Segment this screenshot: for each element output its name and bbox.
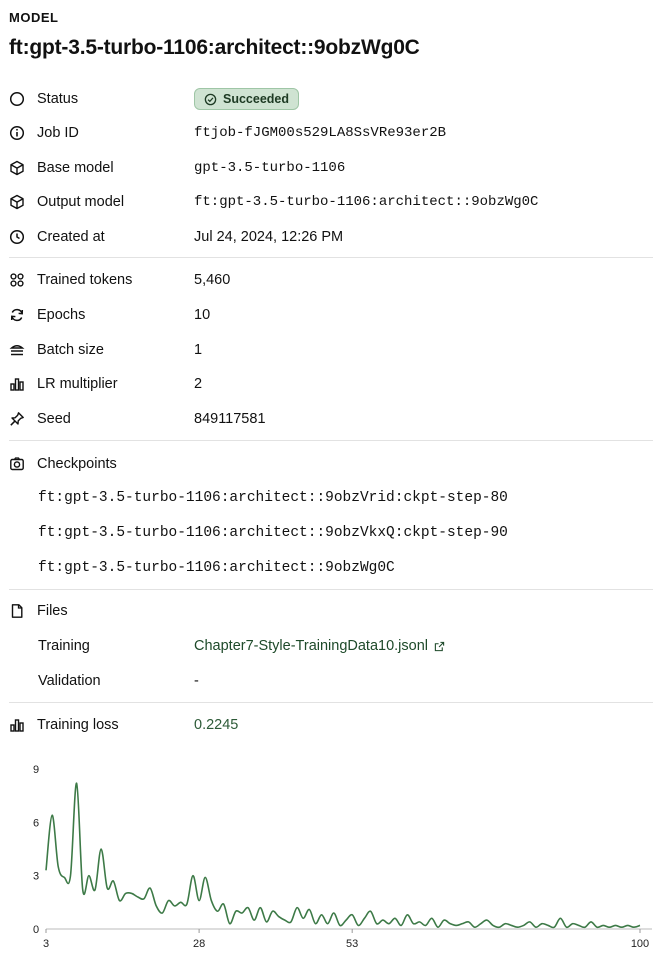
divider xyxy=(9,702,653,703)
tokens-icon xyxy=(10,273,24,287)
checkpoint-item[interactable]: ft:gpt-3.5-turbo-1106:architect::9obzWg0… xyxy=(38,556,395,580)
base-model-label: Base model xyxy=(37,160,114,176)
y-tick-label: 3 xyxy=(33,871,39,883)
output-model-row: Output model ft:gpt-3.5-turbo-1106:archi… xyxy=(9,190,538,214)
batch-size-row: Batch size 1 xyxy=(9,338,202,362)
validation-file-value: - xyxy=(194,673,199,689)
output-model-value[interactable]: ft:gpt-3.5-turbo-1106:architect::9obzWg0… xyxy=(194,194,538,210)
seed-value: 849117581 xyxy=(194,411,266,427)
seed-label: Seed xyxy=(37,411,71,427)
checkpoints-header: Checkpoints xyxy=(9,452,194,476)
trained-tokens-value: 5,460 xyxy=(194,272,231,288)
bar-chart-icon xyxy=(10,719,24,732)
files-header: Files xyxy=(9,599,194,623)
status-label: Status xyxy=(37,91,79,107)
divider xyxy=(9,589,653,590)
training-file-label: Training xyxy=(38,638,90,654)
epochs-row: Epochs 10 xyxy=(9,303,210,327)
page-title: ft:gpt-3.5-turbo-1106:architect::9obzWg0… xyxy=(9,36,420,59)
y-tick-label: 0 xyxy=(33,924,39,936)
x-tick-label: 53 xyxy=(346,938,358,950)
created-at-row: Created at Jul 24, 2024, 12:26 PM xyxy=(9,225,343,249)
batch-size-value: 1 xyxy=(194,342,203,358)
status-row: Status Succeeded xyxy=(9,87,300,111)
seed-row: Seed 849117581 xyxy=(9,407,266,431)
x-tick-label: 3 xyxy=(43,938,49,950)
created-at-value: Jul 24, 2024, 12:26 PM xyxy=(194,229,344,245)
base-model-value: gpt-3.5-turbo-1106 xyxy=(194,160,346,176)
divider xyxy=(9,257,653,258)
training-file-link[interactable]: Chapter7-Style-TrainingData10.jsonl xyxy=(194,638,428,654)
status-badge: Succeeded xyxy=(194,88,300,110)
clock-icon xyxy=(9,229,25,245)
training-loss-line xyxy=(45,782,641,929)
job-id-row: Job ID ftjob-fJGM00s529LA8SsVRe93er2B xyxy=(9,121,446,145)
layers-icon xyxy=(9,345,25,356)
y-tick-label: 9 xyxy=(33,764,39,776)
checkpoint-item[interactable]: ft:gpt-3.5-turbo-1106:architect::9obzVri… xyxy=(38,486,508,510)
output-model-label: Output model xyxy=(37,194,125,210)
trained-tokens-row: Trained tokens 5,460 xyxy=(9,268,230,292)
job-id-label: Job ID xyxy=(37,125,79,141)
epochs-label: Epochs xyxy=(37,307,86,323)
checkpoint-item[interactable]: ft:gpt-3.5-turbo-1106:architect::9obzVkx… xyxy=(38,521,508,545)
checkpoints-label: Checkpoints xyxy=(37,456,117,472)
lr-multiplier-value: 2 xyxy=(194,376,203,392)
created-at-label: Created at xyxy=(37,229,105,245)
page-eyebrow: MODEL xyxy=(9,10,59,25)
trained-tokens-label: Trained tokens xyxy=(37,272,133,288)
validation-file-row: Validation - xyxy=(38,669,199,693)
pin-icon xyxy=(10,412,24,426)
epochs-value: 10 xyxy=(194,307,211,323)
status-badge-label: Succeeded xyxy=(223,92,290,106)
check-circle-icon xyxy=(204,93,217,105)
bar-chart-icon xyxy=(10,378,24,391)
info-icon xyxy=(9,125,25,141)
camera-icon xyxy=(10,457,24,471)
cube-icon xyxy=(10,160,24,176)
y-tick-label: 6 xyxy=(33,817,39,829)
x-tick-label: 100 xyxy=(631,938,649,950)
lr-multiplier-row: LR multiplier 2 xyxy=(9,372,202,396)
lr-multiplier-label: LR multiplier xyxy=(37,376,118,392)
batch-size-label: Batch size xyxy=(37,342,104,358)
cube-icon xyxy=(10,194,24,210)
external-link-icon[interactable] xyxy=(434,641,445,652)
x-tick-label: 28 xyxy=(193,938,205,950)
divider xyxy=(9,440,653,441)
job-id-value[interactable]: ftjob-fJGM00s529LA8SsVRe93er2B xyxy=(194,125,446,141)
training-file-row: Training Chapter7-Style-TrainingData10.j… xyxy=(38,634,445,658)
refresh-icon xyxy=(10,308,24,322)
circle-icon xyxy=(9,91,25,107)
files-label: Files xyxy=(37,603,68,619)
training-loss-row: Training loss 0.2245 xyxy=(9,713,238,737)
training-loss-chart: 03693 28 53 100 xyxy=(33,764,652,950)
base-model-row: Base model gpt-3.5-turbo-1106 xyxy=(9,156,345,180)
training-loss-value: 0.2245 xyxy=(194,717,239,733)
validation-file-label: Validation xyxy=(38,673,101,689)
training-loss-label: Training loss xyxy=(37,717,119,733)
file-icon xyxy=(11,604,23,618)
